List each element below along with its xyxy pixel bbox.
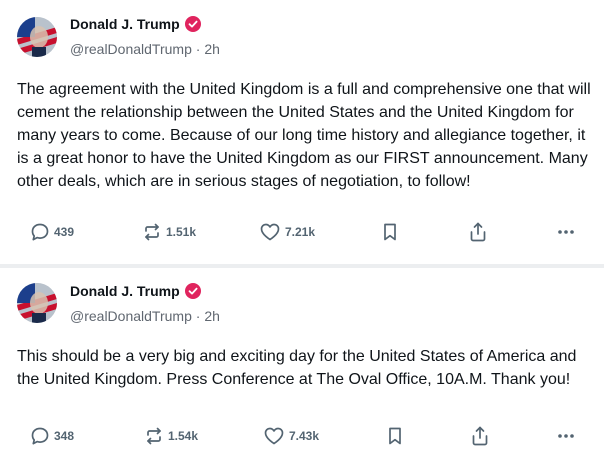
avatar[interactable] — [17, 17, 57, 57]
repost-count: 1.51k — [166, 225, 197, 239]
share-icon — [468, 221, 488, 243]
reply-icon — [30, 426, 50, 446]
post-text: This should be a very big and exciting d… — [17, 348, 577, 388]
display-name[interactable]: Donald J. Trump — [70, 16, 180, 32]
reply-button[interactable]: 439 — [30, 219, 74, 245]
reply-count: 348 — [54, 429, 75, 443]
avatar[interactable] — [17, 283, 57, 323]
separator-dot: · — [195, 41, 201, 57]
reply-count: 439 — [54, 225, 75, 239]
reply-icon — [30, 222, 50, 242]
verified-badge-icon — [184, 16, 201, 32]
like-count: 7.43k — [289, 429, 320, 443]
bookmark-button[interactable] — [386, 423, 404, 449]
share-button[interactable] — [468, 219, 488, 245]
bookmark-icon — [386, 426, 404, 446]
timestamp[interactable]: 2h — [204, 41, 220, 57]
action-bar: 439 1.51k 7.21k — [0, 219, 604, 245]
handle-row: @realDonaldTrump · 2h — [70, 308, 220, 324]
repost-button[interactable]: 1.54k — [144, 423, 198, 449]
repost-count: 1.54k — [168, 429, 199, 443]
reply-button[interactable]: 348 — [30, 423, 74, 449]
share-button[interactable] — [470, 423, 490, 449]
like-button[interactable]: 7.21k — [259, 219, 315, 245]
repost-button[interactable]: 1.51k — [142, 219, 196, 245]
display-name[interactable]: Donald J. Trump — [70, 283, 180, 299]
post[interactable]: Donald J. Trump @realDonaldTrump · 2h Th… — [0, 268, 604, 462]
repost-icon — [142, 222, 162, 242]
post-text: The agreement with the United Kingdom is… — [17, 81, 591, 190]
more-options-button[interactable] — [556, 423, 576, 449]
like-icon — [259, 222, 281, 242]
handle[interactable]: @realDonaldTrump — [70, 41, 192, 57]
repost-icon — [144, 426, 164, 446]
post[interactable]: Donald J. Trump @realDonaldTrump · 2h Th… — [0, 0, 604, 264]
more-options-button[interactable] — [556, 219, 576, 245]
bookmark-icon — [381, 222, 399, 242]
like-icon — [263, 426, 285, 446]
timestamp[interactable]: 2h — [204, 308, 220, 324]
verified-badge-icon — [184, 283, 201, 299]
more-icon — [556, 426, 576, 446]
like-count: 7.21k — [285, 225, 316, 239]
action-bar: 348 1.54k 7.43k — [0, 423, 604, 449]
more-icon — [556, 222, 576, 242]
separator-dot: · — [195, 308, 201, 324]
share-icon — [470, 425, 490, 447]
handle[interactable]: @realDonaldTrump — [70, 308, 192, 324]
handle-row: @realDonaldTrump · 2h — [70, 41, 220, 57]
like-button[interactable]: 7.43k — [263, 423, 319, 449]
bookmark-button[interactable] — [381, 219, 399, 245]
